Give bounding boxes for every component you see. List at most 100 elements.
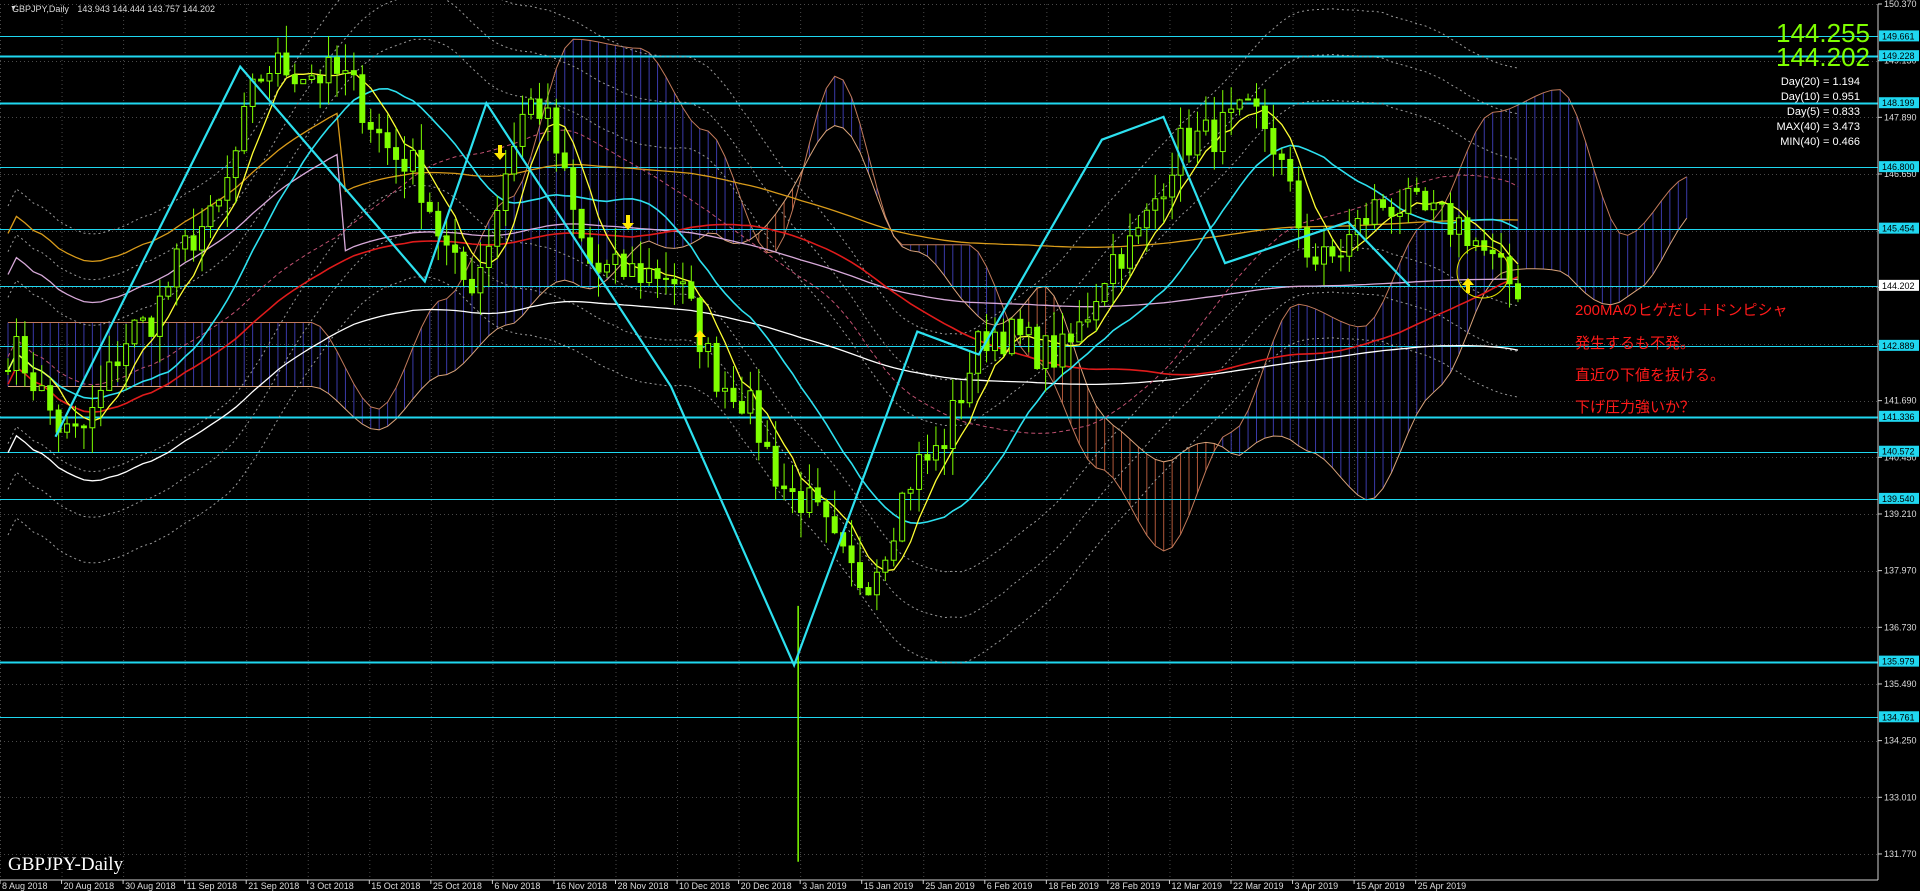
candle-body xyxy=(1135,227,1142,237)
candle-body xyxy=(797,491,804,513)
candle-body xyxy=(561,152,568,169)
candle-body xyxy=(1118,254,1125,269)
x-tick-label: 22 Mar 2019 xyxy=(1233,881,1284,891)
candle-body xyxy=(1042,335,1049,370)
price-tag-label: 149.228 xyxy=(1882,51,1915,61)
x-tick-label: 28 Nov 2018 xyxy=(618,881,669,891)
candle-body xyxy=(722,387,729,392)
candle-body xyxy=(224,177,231,201)
candle-body xyxy=(350,70,357,76)
candle-body xyxy=(789,488,796,493)
candle-body xyxy=(266,73,273,82)
candle-body xyxy=(772,445,779,487)
candle-body xyxy=(536,98,543,119)
x-tick-label: 3 Jan 2019 xyxy=(802,881,847,891)
x-tick-label: 11 Sep 2018 xyxy=(187,881,237,891)
candle-body xyxy=(241,105,248,152)
x-tick-label: 15 Apr 2019 xyxy=(1356,881,1405,891)
x-tick-label: 12 Mar 2019 xyxy=(1171,881,1222,891)
candle-body xyxy=(258,78,265,82)
y-tick-label: 147.890 xyxy=(1884,112,1917,122)
candle-body xyxy=(764,441,771,447)
candle-body xyxy=(578,208,585,239)
candle-body xyxy=(148,317,155,337)
price-tag-label: 140.572 xyxy=(1882,447,1915,457)
candle-body xyxy=(1076,321,1083,343)
candle-body xyxy=(1067,333,1074,343)
candle-body xyxy=(131,319,138,345)
candle-body xyxy=(452,244,459,253)
candle-body xyxy=(1160,196,1167,200)
candle-body xyxy=(477,266,484,294)
y-tick-label: 134.250 xyxy=(1884,736,1917,746)
candle-body xyxy=(89,407,96,429)
candle-body xyxy=(1371,199,1378,225)
candle-body xyxy=(646,268,653,283)
candle-body xyxy=(64,423,71,433)
candle-body xyxy=(190,235,197,251)
candle-body xyxy=(274,52,281,75)
candle-body xyxy=(359,74,366,123)
candle-body xyxy=(671,278,678,285)
price-tag-label: 148.199 xyxy=(1882,98,1915,108)
price-tag-label: 145.454 xyxy=(1882,224,1915,234)
candle-body xyxy=(418,149,425,203)
candle-body xyxy=(1143,209,1150,229)
candle-body xyxy=(494,209,501,247)
x-tick-label: 30 Aug 2018 xyxy=(125,881,176,891)
candle-body xyxy=(738,401,745,414)
ask-price: 144.202 xyxy=(1776,42,1870,72)
x-tick-label: 3 Oct 2018 xyxy=(310,881,354,891)
candle-body xyxy=(747,390,754,414)
info-line-5: MIN(40) = 0.466 xyxy=(1780,136,1860,148)
y-tick-label: 150.370 xyxy=(1884,0,1917,9)
candle-body xyxy=(123,343,130,367)
candle-body xyxy=(991,331,998,352)
candle-body xyxy=(1245,98,1252,101)
candle-body xyxy=(848,545,855,564)
candle-body xyxy=(1320,246,1327,265)
candle-body xyxy=(1304,227,1311,258)
candle-body xyxy=(1186,127,1193,156)
candle-body xyxy=(1278,153,1285,160)
candle-body xyxy=(21,336,28,374)
candle-body xyxy=(654,268,661,279)
candle-body xyxy=(1329,246,1336,257)
candle-body xyxy=(426,201,433,212)
candle-body xyxy=(1152,198,1159,211)
candle-body xyxy=(468,278,475,294)
candle-body xyxy=(814,487,821,503)
candle-body xyxy=(1253,98,1260,107)
candle-body xyxy=(80,425,87,429)
y-tick-label: 131.770 xyxy=(1884,849,1917,859)
candle-body xyxy=(1472,240,1479,246)
candle-body xyxy=(317,75,324,84)
candle-body xyxy=(1287,158,1294,182)
ohlc-label: 143.943 144.444 143.757 144.202 xyxy=(77,4,215,14)
chart-background xyxy=(0,0,1920,891)
candle-body xyxy=(1017,318,1024,336)
candle-body xyxy=(949,399,956,450)
candle-body xyxy=(232,150,239,179)
y-tick-label: 137.970 xyxy=(1884,566,1917,576)
window-menu-icon[interactable]: ▼ xyxy=(10,5,17,12)
candle-body xyxy=(629,263,636,277)
y-tick-label: 133.010 xyxy=(1884,792,1917,802)
candle-body xyxy=(165,286,172,297)
candle-body xyxy=(882,559,889,573)
candle-body xyxy=(393,147,400,160)
candle-body xyxy=(857,562,864,589)
candle-body xyxy=(890,540,897,561)
candle-body xyxy=(1447,203,1454,235)
candle-body xyxy=(637,263,644,283)
candle-body xyxy=(662,277,669,280)
candle-body xyxy=(308,75,315,80)
candle-body xyxy=(806,487,813,513)
price-tag-label: 139.540 xyxy=(1882,494,1915,504)
candle-body xyxy=(1194,130,1201,156)
info-line-3: Day(5) = 0.833 xyxy=(1787,106,1860,118)
x-tick-label: 6 Nov 2018 xyxy=(494,881,540,891)
candle-body xyxy=(1169,174,1176,198)
candle-body xyxy=(713,342,720,392)
x-tick-label: 8 Aug 2018 xyxy=(2,881,48,891)
